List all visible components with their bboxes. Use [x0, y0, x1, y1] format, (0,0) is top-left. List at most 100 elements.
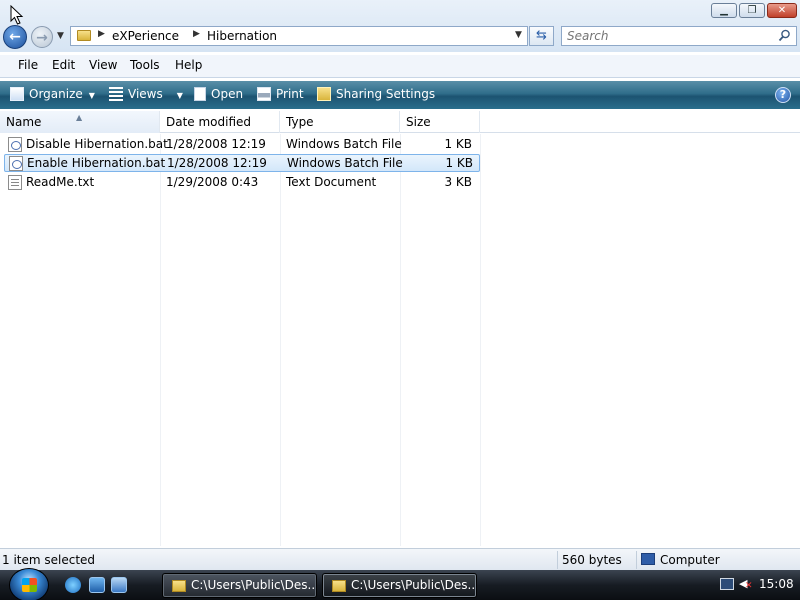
printer-icon — [257, 87, 271, 101]
command-bar: Organize ▼ Views ▼ Open Print Sharing Sett… — [0, 81, 800, 109]
file-type: Text Document — [286, 175, 377, 189]
taskbar-button-explorer-2[interactable]: C:\Users\Public\Des... — [322, 573, 477, 598]
selection-size: 560 bytes — [562, 553, 622, 567]
close-icon: ✕ — [777, 5, 787, 16]
print-button[interactable]: Print — [257, 87, 304, 101]
document-icon — [194, 87, 206, 101]
folder-icon — [77, 30, 91, 41]
column-divider — [480, 134, 481, 546]
taskbar-button-label: C:\Users\Public\Des... — [351, 578, 477, 592]
menu-bar: File Edit View Tools Help — [0, 55, 800, 78]
back-arrow-icon: ← — [9, 29, 21, 45]
file-list[interactable]: Disable Hibernation.bat 1/28/2008 12:19 … — [0, 134, 800, 546]
search-box[interactable] — [561, 26, 797, 46]
recent-pages-dropdown[interactable]: ▼ — [57, 31, 67, 41]
column-header-type[interactable]: Type — [280, 111, 400, 133]
internet-explorer-icon[interactable] — [65, 577, 81, 593]
search-input[interactable] — [562, 27, 762, 45]
taskbar-button-label: C:\Users\Public\Des... — [191, 578, 317, 592]
column-header-name[interactable]: ▲ Name — [0, 111, 160, 133]
file-size: 1 KB — [444, 137, 472, 151]
column-header-date[interactable]: Date modified — [160, 111, 280, 133]
refresh-icon: ⇆ — [536, 28, 547, 43]
close-button[interactable]: ✕ — [767, 3, 797, 18]
views-button[interactable]: Views ▼ — [109, 87, 183, 101]
maximize-button[interactable]: ❐ — [739, 3, 765, 18]
maximize-icon: ❐ — [747, 5, 757, 16]
sharing-settings-button[interactable]: Sharing Settings — [317, 87, 435, 101]
file-date: 1/28/2008 12:19 — [167, 156, 267, 170]
menu-view[interactable]: View — [89, 58, 117, 72]
column-headers: ▲ Name Date modified Type Size — [0, 111, 800, 133]
file-size: 3 KB — [444, 175, 472, 189]
minimize-button[interactable]: ▁ — [711, 3, 737, 18]
breadcrumb-hibernation[interactable]: Hibernation — [207, 29, 277, 43]
status-divider — [557, 551, 558, 569]
window-titlebar: ▁ ❐ ✕ ← → ▼ ▶ eXPerience ▶ Hibernation ▼… — [0, 0, 800, 52]
column-divider — [400, 134, 401, 546]
chevron-down-icon: ▼ — [176, 91, 183, 100]
forward-button[interactable]: → — [31, 26, 53, 48]
breadcrumb-arrow-icon[interactable]: ▶ — [193, 29, 200, 39]
selection-status: 1 item selected — [2, 553, 96, 567]
breadcrumb-arrow-icon[interactable]: ▶ — [98, 29, 105, 39]
sharing-settings-label: Sharing Settings — [336, 87, 436, 101]
volume-muted-icon[interactable]: ◀ — [739, 577, 753, 593]
menu-edit[interactable]: Edit — [52, 58, 75, 72]
address-dropdown-icon[interactable]: ▼ — [515, 30, 522, 40]
file-date: 1/28/2008 12:19 — [166, 137, 266, 151]
file-name: Enable Hibernation.bat — [27, 156, 166, 170]
forward-arrow-icon: → — [36, 30, 48, 46]
start-button[interactable] — [9, 568, 49, 600]
system-tray: ◀ 15:08 — [712, 570, 800, 600]
organize-button[interactable]: Organize ▼ — [10, 87, 95, 101]
menu-help[interactable]: Help — [175, 58, 202, 72]
taskbar-button-explorer-1[interactable]: C:\Users\Public\Des... — [162, 573, 317, 598]
text-file-icon — [8, 175, 22, 190]
file-name: ReadMe.txt — [26, 175, 95, 189]
sort-ascending-icon: ▲ — [76, 113, 83, 122]
status-divider — [636, 551, 637, 569]
open-button[interactable]: Open — [194, 87, 243, 101]
clock[interactable]: 15:08 — [759, 577, 794, 591]
organize-icon — [10, 87, 24, 101]
computer-icon — [641, 553, 655, 565]
batch-file-icon — [8, 137, 22, 152]
folder-icon — [172, 580, 186, 592]
file-row[interactable]: ReadMe.txt 1/29/2008 0:43 Text Document … — [4, 174, 480, 192]
switch-windows-icon[interactable] — [111, 577, 127, 593]
file-type: Windows Batch File — [286, 137, 402, 151]
network-icon[interactable] — [720, 578, 734, 590]
file-row-selected[interactable]: Enable Hibernation.bat 1/28/2008 12:19 W… — [4, 154, 480, 172]
column-divider — [280, 134, 281, 546]
print-label: Print — [276, 87, 304, 101]
file-date: 1/29/2008 0:43 — [166, 175, 259, 189]
file-size: 1 KB — [445, 156, 473, 170]
breadcrumb-experience[interactable]: eXPerience — [112, 29, 179, 43]
file-name: Disable Hibernation.bat — [26, 137, 168, 151]
show-desktop-icon[interactable] — [89, 577, 105, 593]
organize-label: Organize — [29, 87, 83, 101]
status-bar: 1 item selected 560 bytes Computer — [0, 548, 800, 570]
search-icon[interactable] — [778, 29, 791, 42]
back-button[interactable]: ← — [3, 25, 27, 49]
minimize-icon: ▁ — [720, 5, 728, 16]
views-label: Views — [128, 87, 163, 101]
refresh-button[interactable]: ⇆ — [529, 26, 554, 46]
help-icon[interactable]: ? — [775, 87, 791, 103]
folder-icon — [332, 580, 346, 592]
file-row[interactable]: Disable Hibernation.bat 1/28/2008 12:19 … — [4, 136, 480, 154]
file-type: Windows Batch File — [287, 156, 403, 170]
views-icon — [109, 87, 123, 101]
batch-file-icon — [9, 156, 23, 171]
column-header-size[interactable]: Size — [400, 111, 480, 133]
mouse-pointer-icon — [10, 5, 24, 25]
menu-tools[interactable]: Tools — [130, 58, 160, 72]
address-bar[interactable]: ▶ eXPerience ▶ Hibernation ▼ — [70, 26, 528, 46]
column-divider — [160, 134, 161, 546]
taskbar: C:\Users\Public\Des... C:\Users\Public\D… — [0, 568, 800, 600]
chevron-down-icon: ▼ — [88, 91, 95, 100]
sharing-icon — [317, 87, 331, 101]
column-header-name-label: Name — [6, 115, 42, 129]
menu-file[interactable]: File — [18, 58, 38, 72]
